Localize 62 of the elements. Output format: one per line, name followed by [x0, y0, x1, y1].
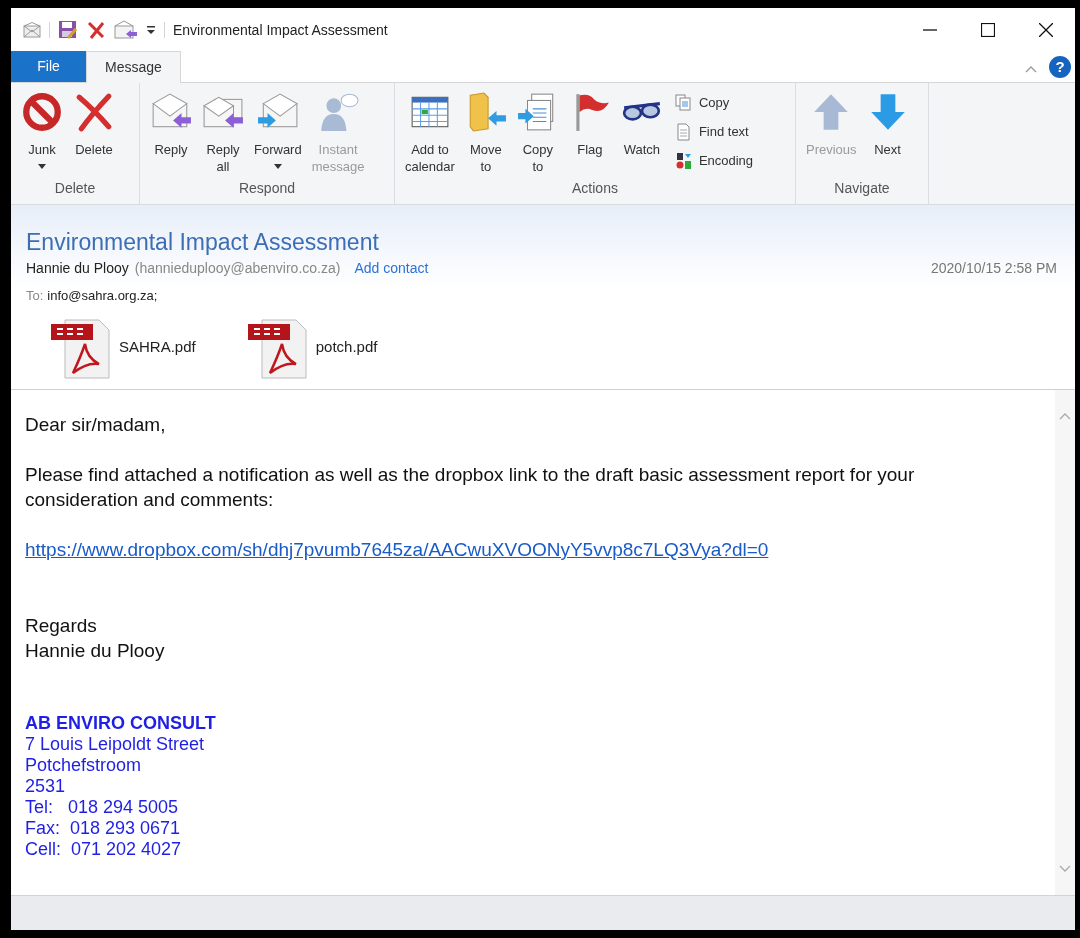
ribbon-button[interactable]: Copy: [672, 91, 756, 115]
ribbon-group-label: Actions: [571, 179, 619, 198]
ribbon-group-label: Delete: [53, 179, 97, 198]
ribbon-tab[interactable]: Message: [86, 51, 181, 83]
scroll-up-icon[interactable]: [1059, 412, 1071, 420]
body-paragraph: Please find attached a notification as well as the dropbox link to the draft basic assessment report for your consideration and comments:: [25, 463, 915, 512]
signature-line: Fax: 018 293 0671: [25, 818, 182, 839]
signature-line: 7 Louis Leipoldt Street: [25, 734, 206, 755]
scrollbar[interactable]: [1055, 390, 1075, 895]
copy-icon: [674, 94, 693, 112]
ribbon-button[interactable]: Move to: [460, 91, 511, 178]
message-date: 2020/10/15 2:58 PM: [930, 259, 1057, 278]
window-title: Environmental Impact Assessment: [173, 20, 389, 40]
collapse-ribbon-icon[interactable]: [1025, 65, 1037, 73]
ribbon-button[interactable]: Add to calendar: [401, 91, 459, 178]
attachment[interactable]: potch.pdf: [247, 318, 378, 380]
save-icon[interactable]: [58, 20, 78, 40]
signature-line: Cell: 071 202 4027: [25, 839, 183, 860]
delete-icon[interactable]: [86, 20, 106, 40]
ribbon-button[interactable]: Reply: [146, 91, 196, 178]
envelope-icon[interactable]: [23, 22, 41, 38]
attachment[interactable]: SAHRA.pdf: [51, 318, 196, 380]
message-subject: Environmental Impact Assessment: [26, 228, 380, 257]
signature-line: 2531: [25, 776, 67, 797]
dropbox-link[interactable]: https://www.dropbox.com/sh/dhj7pvumb7645za/AACwuXVOONyY5vvp8c7LQ3Vya?dl=0: [25, 539, 769, 560]
ribbon-group-label: Respond: [237, 179, 296, 198]
maximize-icon: [981, 23, 995, 37]
ribbon-button[interactable]: Next: [862, 91, 913, 178]
to-label: To:: [26, 287, 44, 305]
sender-email: (hannieduplooy@abenviro.co.za): [134, 259, 341, 278]
close-icon: [1039, 23, 1053, 37]
caret-icon[interactable]: [146, 24, 156, 36]
help-button[interactable]: ?: [1049, 56, 1071, 78]
attachment-name: potch.pdf: [315, 336, 378, 357]
attachment-name: SAHRA.pdf: [119, 336, 196, 357]
recipient: info@sahra.org.za;: [47, 287, 158, 305]
ribbon-group-label: Navigate: [833, 179, 891, 198]
encoding-icon: [674, 152, 693, 170]
body-paragraph: Dear sir/madam,: [25, 413, 166, 437]
add-contact-link[interactable]: Add contact: [354, 258, 429, 278]
sender-name: Hannie du Plooy: [26, 259, 129, 278]
signature-line: Potchefstroom: [25, 755, 143, 776]
ribbon-button[interactable]: Forward: [250, 91, 306, 178]
ribbon-button[interactable]: Delete: [69, 91, 119, 178]
signature-line: Tel: 018 294 5005: [25, 797, 180, 818]
pdf-file-icon: [247, 318, 308, 380]
scroll-down-icon[interactable]: [1059, 865, 1071, 873]
document-icon: [674, 123, 693, 141]
file-tab[interactable]: File: [11, 51, 86, 82]
company-name: AB ENVIRO CONSULT: [25, 713, 217, 734]
ribbon-button[interactable]: Flag: [564, 91, 615, 178]
pdf-file-icon: [51, 318, 111, 380]
reply-icon[interactable]: [114, 20, 138, 40]
body-text: Regards: [25, 614, 97, 638]
ribbon-button[interactable]: Copy to: [512, 91, 563, 178]
ribbon-button[interactable]: Find text: [672, 120, 756, 144]
no-entry-icon: [21, 91, 63, 133]
ribbon-button[interactable]: Watch: [616, 91, 667, 178]
ribbon-button[interactable]: Reply all: [198, 91, 248, 178]
body-text: Hannie du Plooy: [25, 639, 165, 663]
ribbon-button[interactable]: Encoding: [672, 149, 756, 173]
ribbon-button[interactable]: Junk: [17, 91, 67, 178]
